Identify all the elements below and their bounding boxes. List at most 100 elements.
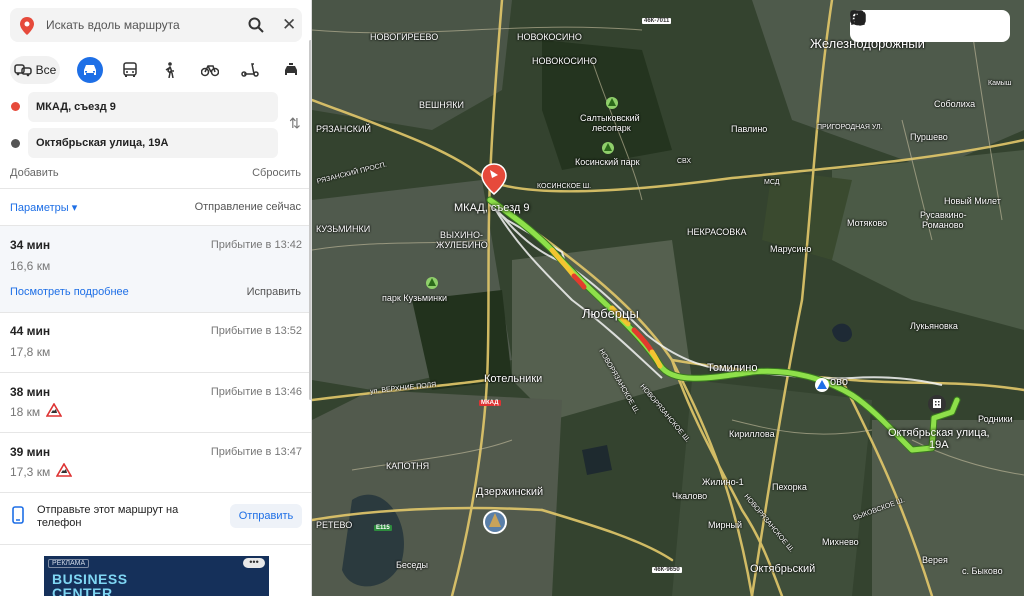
parameters-button[interactable]: Параметры ▾	[10, 201, 77, 214]
map-label: ово	[830, 376, 848, 388]
end-point-label: Октябрьская улица, 19А	[888, 427, 990, 451]
mode-walk-button[interactable]	[157, 56, 183, 84]
route-distance: 16,6 км	[10, 259, 51, 273]
car-bus-icon	[13, 64, 32, 77]
map-label: парк Кузьминки	[382, 293, 448, 303]
roadwork-warning-icon	[45, 402, 63, 420]
map-label: Павлино	[731, 124, 768, 134]
map-label: Романово	[922, 220, 964, 230]
route-time: 34 мин	[10, 238, 51, 252]
street-label: Камыш	[988, 80, 1012, 87]
route-arrival: Прибытие в 13:52	[210, 325, 302, 337]
route-arrival: Прибытие в 13:42	[210, 239, 302, 251]
more-icon[interactable]: •••	[243, 558, 265, 568]
add-point-link[interactable]: Добавить	[10, 167, 59, 179]
bus-icon	[123, 62, 137, 77]
map-label: Родники	[978, 414, 1013, 424]
route-option-2[interactable]: 44 мин Прибытие в 13:52 17,8 км	[0, 313, 311, 372]
road-sign: 46К-9650	[652, 567, 682, 573]
mode-scooter-button[interactable]	[237, 56, 263, 84]
panorama-icon[interactable]	[851, 11, 1002, 37]
route-time: 39 мин	[10, 445, 51, 459]
route-distance: 18 км	[10, 405, 41, 419]
bicycle-icon	[201, 65, 219, 77]
route-from-field[interactable]: МКАД, съезд 9	[28, 92, 278, 122]
map-label: Жилино-1	[702, 477, 744, 487]
map-label: Салтыковский	[580, 113, 640, 123]
divider	[0, 544, 311, 545]
reset-link[interactable]: Сбросить	[252, 167, 301, 179]
photo-marker	[483, 510, 507, 534]
road-sign: МКАД	[479, 400, 501, 406]
transit-icon[interactable]	[850, 10, 971, 37]
map-label: Чкалово	[672, 491, 708, 501]
send-to-phone: Отправьте этот маршрут на телефон Отправ…	[0, 494, 311, 540]
map-label: КУЗЬМИНКИ	[316, 224, 371, 234]
street-label: ПРИГОРОДНАЯ УЛ.	[817, 124, 883, 131]
road-sign: 46К-7011	[642, 18, 672, 24]
route-option-1[interactable]: 34 мин Прибытие в 13:42 16,6 км	[0, 226, 311, 312]
map-label: КАПОТНЯ	[386, 461, 430, 471]
route-option-3[interactable]: 38 мин Прибытие в 13:46 18 км	[0, 373, 311, 432]
view-details-link[interactable]: Посмотреть подробнее	[10, 286, 129, 298]
send-button[interactable]: Отправить	[230, 504, 302, 528]
map-label: Верея	[922, 555, 948, 565]
mode-taxi-button[interactable]	[278, 56, 304, 84]
map-label: ВЕШНЯКИ	[419, 100, 464, 110]
traffic-icon[interactable]	[851, 11, 911, 37]
map-label: Лукьяновка	[910, 321, 958, 331]
map-label: Дзержинский	[476, 486, 544, 498]
road-sign: Е115	[374, 525, 392, 531]
pedestrian-icon	[165, 62, 174, 78]
route-time: 38 мин	[10, 385, 51, 399]
search-bar[interactable]: Искать вдоль маршрута ✕	[10, 8, 302, 42]
map-label: Косинский парк	[575, 157, 640, 167]
map-label: Марусино	[770, 244, 812, 254]
map-label: Беседы	[396, 560, 428, 570]
route-to-field[interactable]: Октябрьская улица, 19А	[28, 128, 278, 158]
parameters-label: Параметры	[10, 202, 69, 214]
map-label: Томилино	[707, 362, 758, 374]
satellite-map[interactable]: Железнодорожный НОВОГИРЕЕВО НОВОКОСИНО Н…	[312, 0, 1024, 596]
map-label: Люберцы	[582, 306, 639, 321]
route-time: 44 мин	[10, 324, 51, 338]
street-label: СВХ	[677, 158, 692, 165]
map-toolbar	[850, 10, 1010, 42]
swap-points-icon[interactable]: ⇅	[289, 115, 301, 132]
route-arrival: Прибытие в 13:46	[210, 386, 302, 398]
search-icon[interactable]	[248, 17, 264, 36]
transport-modes: Все	[10, 56, 306, 84]
route-option-4[interactable]: 39 мин Прибытие в 13:47 17,3 км	[0, 433, 311, 492]
departure-time[interactable]: Отправление сейчас	[195, 201, 301, 213]
ad-banner[interactable]: РЕКЛАМА ••• BUSINESS CENTER	[44, 556, 269, 596]
mode-car-button[interactable]	[77, 57, 103, 83]
map-label: Пуршево	[910, 132, 948, 142]
end-point-label-line2: 19А	[929, 439, 949, 451]
camera-icon[interactable]	[850, 11, 941, 37]
map-label: РЯЗАНСКИЙ	[316, 124, 371, 134]
route-panel: Искать вдоль маршрута ✕ Все МКАД, съезд …	[0, 0, 312, 596]
search-input[interactable]: Искать вдоль маршрута	[46, 18, 180, 32]
close-icon[interactable]: ✕	[282, 15, 296, 35]
street-label: МСД	[764, 179, 780, 186]
divider	[0, 188, 311, 189]
street-label: КОСИНСКОЕ Ш.	[537, 183, 592, 190]
map-label: Михнево	[822, 537, 859, 547]
mode-all-button[interactable]: Все	[10, 56, 60, 84]
map-label: лесопарк	[592, 123, 631, 133]
location-pin-icon	[20, 17, 34, 38]
ad-tag: РЕКЛАМА	[48, 559, 90, 568]
map-label: Котельники	[484, 373, 543, 385]
send-route-text: Отправьте этот маршрут на телефон	[37, 504, 179, 529]
mode-bus-button[interactable]	[117, 56, 143, 84]
map-label: Русавкино-	[920, 210, 967, 220]
ad-title-line2: CENTER	[52, 585, 113, 596]
map-label: НОВОКОСИНО	[517, 32, 582, 42]
end-marker	[928, 395, 946, 413]
map-label: НЕКРАСОВКА	[687, 227, 747, 237]
mode-bike-button[interactable]	[197, 56, 223, 84]
map-label: Пехорка	[772, 482, 807, 492]
route-distance: 17,8 км	[10, 345, 51, 359]
fix-route-link[interactable]: Исправить	[247, 286, 301, 298]
route-distance: 17,3 км	[10, 465, 51, 479]
